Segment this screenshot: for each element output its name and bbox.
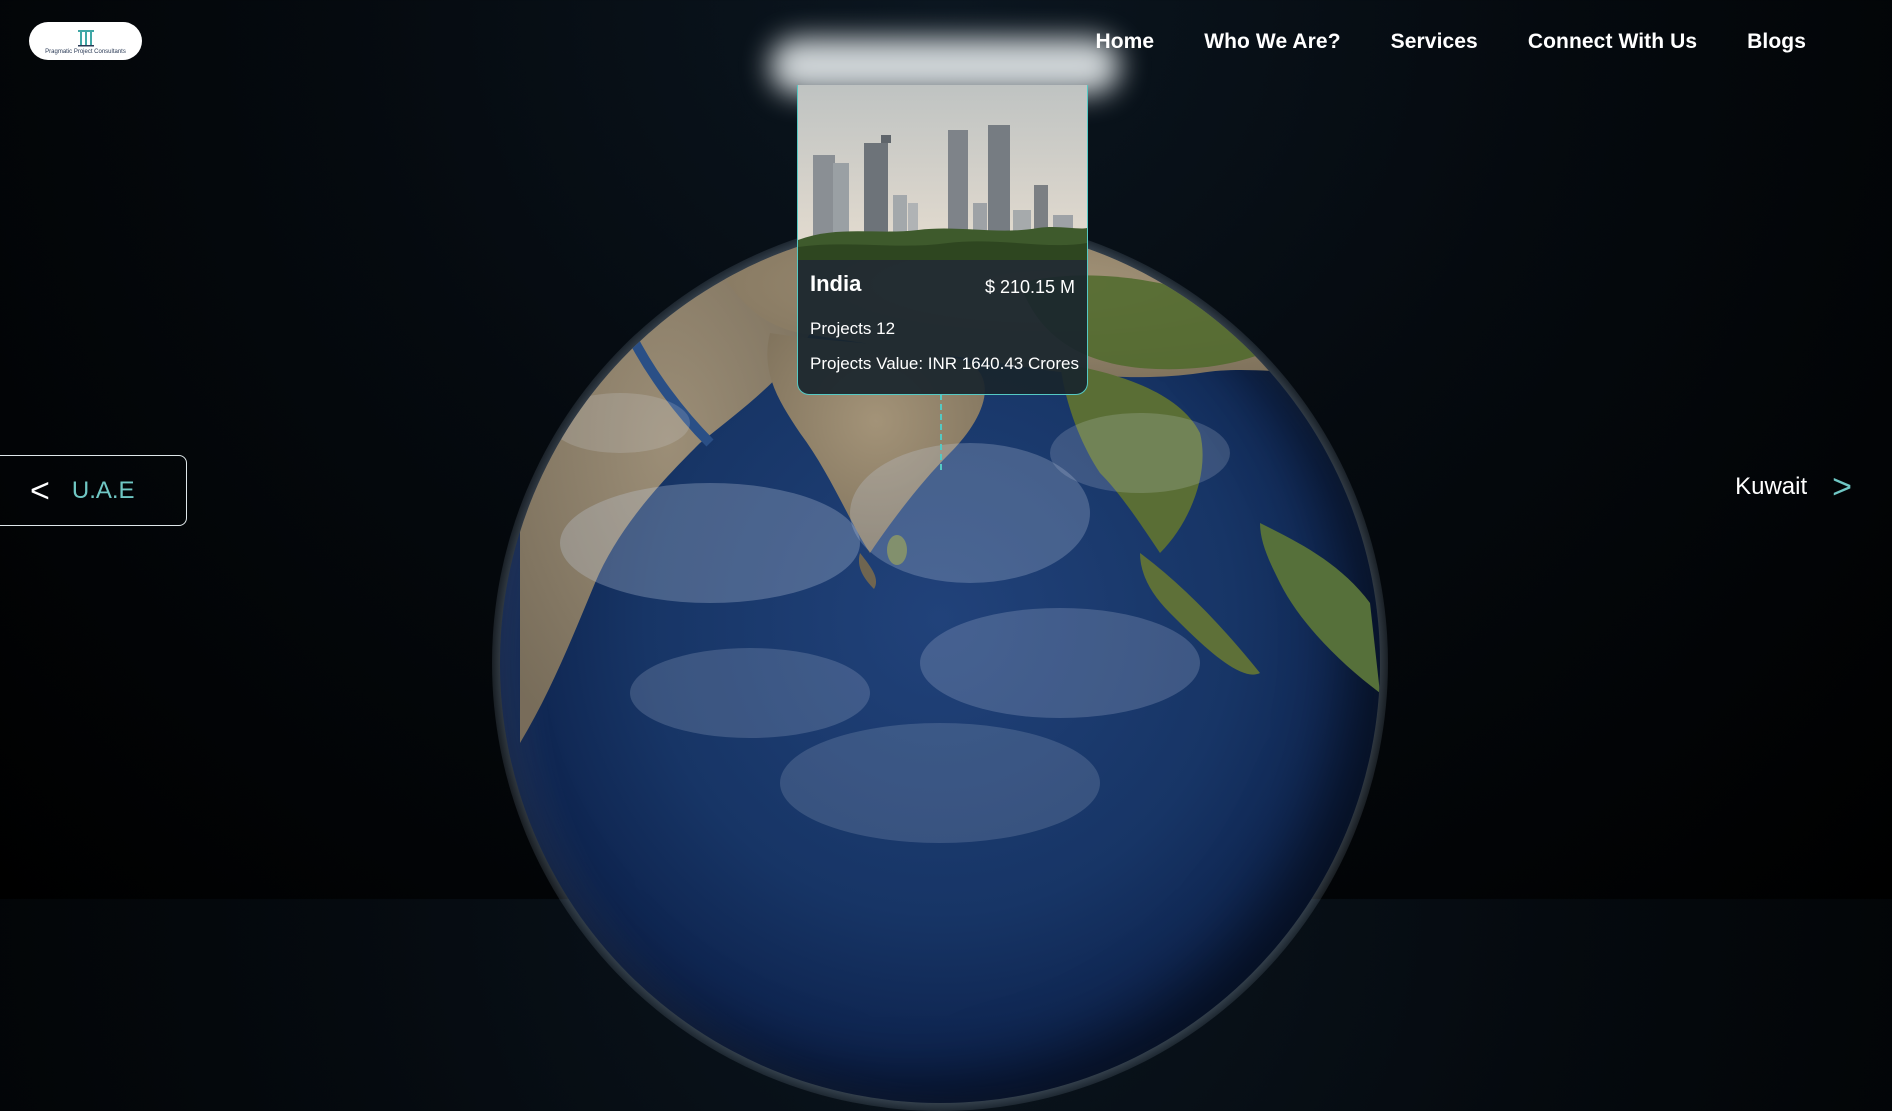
nav-home[interactable]: Home bbox=[1095, 30, 1154, 54]
next-country-label: Kuwait bbox=[1735, 473, 1808, 500]
location-pin-connector bbox=[940, 394, 942, 470]
card-projects-count: Projects 12 bbox=[810, 319, 896, 338]
logo[interactable]: Pragmatic Project Consultants bbox=[29, 22, 142, 60]
city-skyline-image bbox=[798, 85, 1087, 260]
logo-text: Pragmatic Project Consultants bbox=[45, 48, 126, 55]
main-nav: Home Who We Are? Services Connect With U… bbox=[1095, 30, 1806, 54]
country-info-card[interactable]: India $ 210.15 M Projects 12 Projects Va… bbox=[797, 85, 1088, 395]
chevron-left-icon: < bbox=[30, 471, 50, 510]
prev-country-button[interactable]: < U.A.E bbox=[0, 455, 187, 526]
nav-who-we-are[interactable]: Who We Are? bbox=[1204, 30, 1340, 54]
nav-blogs[interactable]: Blogs bbox=[1747, 30, 1806, 54]
card-amount: $ 210.15 M bbox=[984, 277, 1075, 297]
prev-country-label: U.A.E bbox=[71, 476, 135, 504]
chevron-right-icon: > bbox=[1832, 468, 1852, 506]
card-projects-value: Projects Value: INR 1640.43 Crores bbox=[810, 354, 1079, 373]
logo-icon bbox=[77, 29, 94, 46]
card-country-name: India bbox=[810, 271, 862, 296]
nav-connect-with-us[interactable]: Connect With Us bbox=[1528, 30, 1697, 54]
nav-services[interactable]: Services bbox=[1391, 30, 1478, 54]
next-country-button[interactable]: Kuwait > bbox=[1735, 470, 1852, 504]
